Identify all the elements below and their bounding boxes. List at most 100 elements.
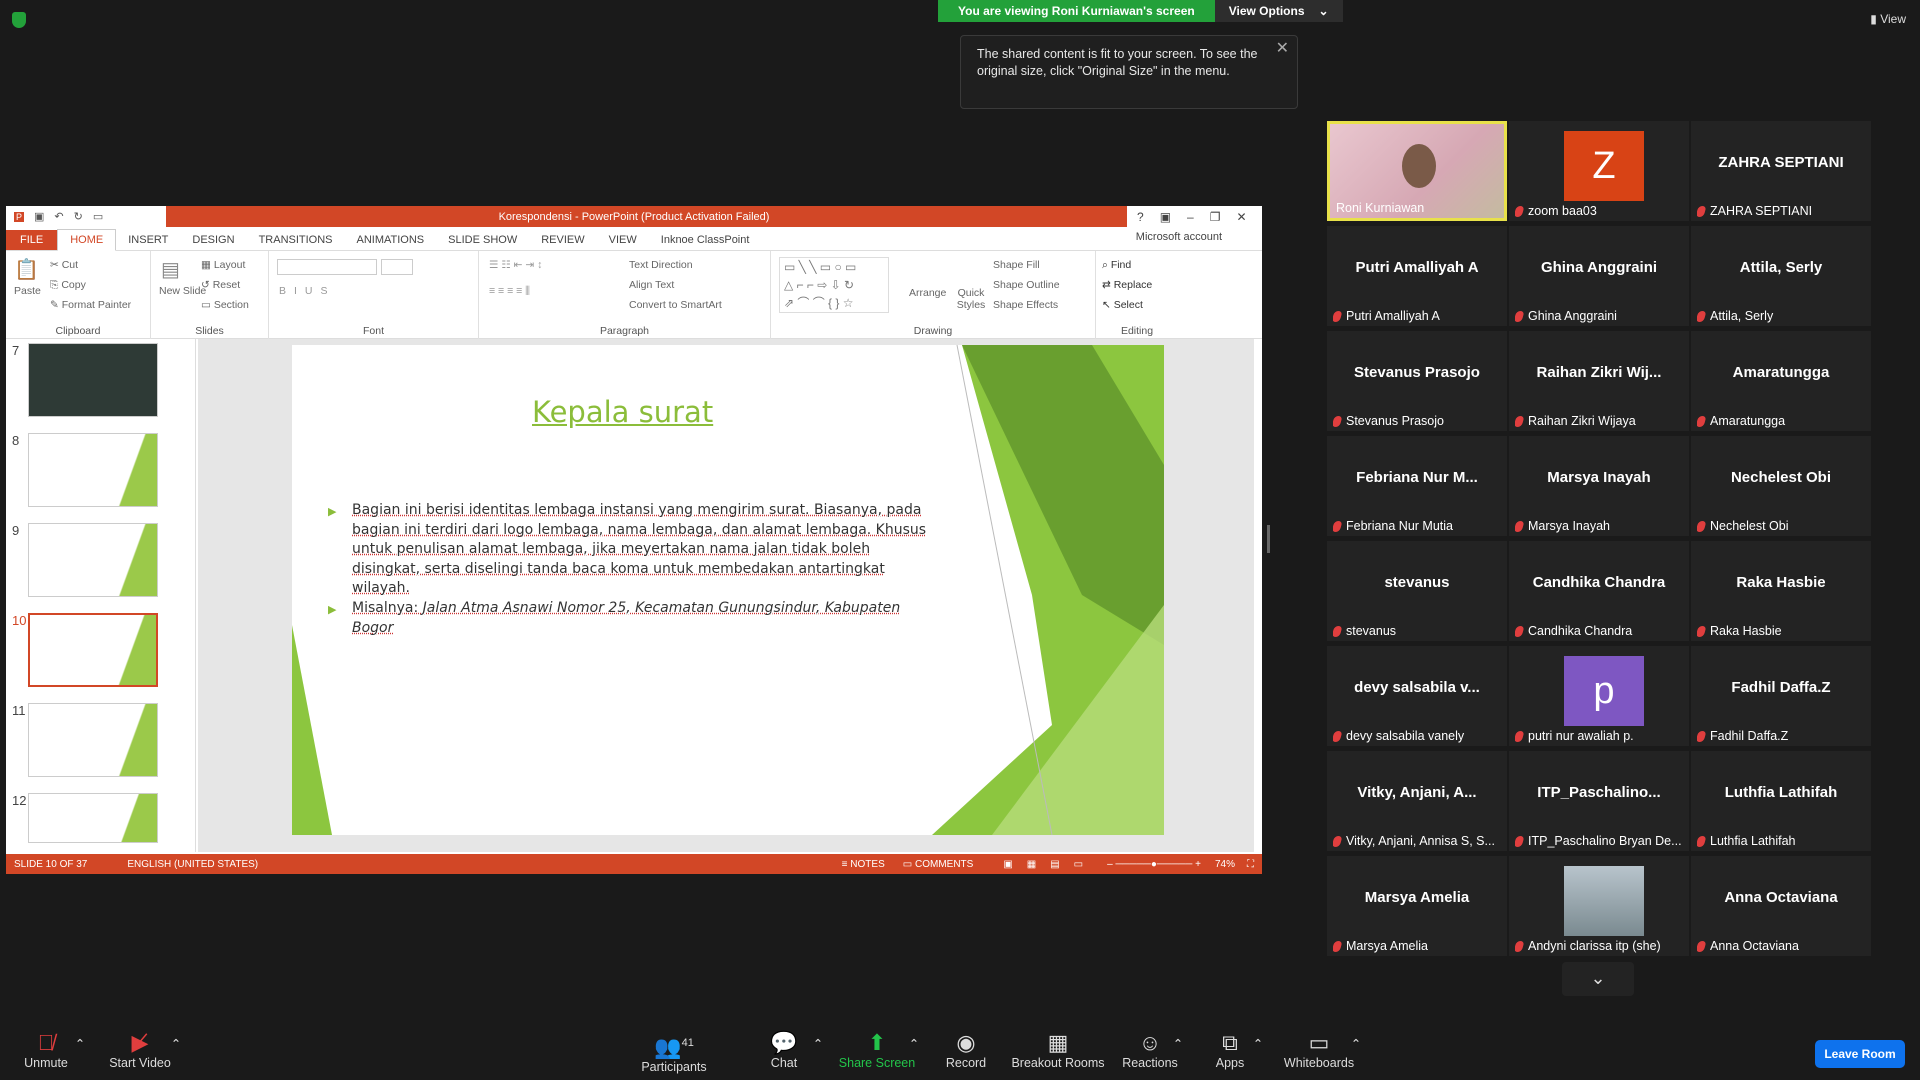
tab-review[interactable]: REVIEW <box>529 230 596 250</box>
help-icon[interactable]: ? <box>1137 210 1144 224</box>
view-mode-buttons[interactable]: ▣▦▤▭ <box>1003 859 1097 870</box>
share-screen-button[interactable]: ⬆ Share Screen <box>836 1030 918 1070</box>
slide-bullet[interactable]: ▶ Bagian ini berisi identitas lembaga in… <box>328 501 942 599</box>
participant-tile[interactable]: Ghina Anggraini Ghina Anggraini <box>1509 226 1689 326</box>
leave-room-button[interactable]: Leave Room <box>1815 1040 1905 1068</box>
view-options-button[interactable]: View Options ⌄ <box>1214 0 1343 22</box>
video-options-chevron[interactable]: ⌃ <box>170 1036 182 1051</box>
font-name-input[interactable] <box>277 259 377 275</box>
slide-thumbnail[interactable] <box>28 433 158 507</box>
shapes-gallery[interactable]: ▭ ╲ ╲ ▭ ○ ▭ △ ⌐ ⌐ ⇨ ⇩ ↻ ⇗ ⌒ ⌒ { } ☆ <box>779 257 889 313</box>
tab-design[interactable]: DESIGN <box>180 230 246 250</box>
fit-slide-icon[interactable]: ⛶ <box>1247 859 1254 870</box>
save-icon[interactable]: ▣ <box>34 210 44 223</box>
select-button[interactable]: ↖ Select <box>1102 299 1143 311</box>
participant-tile[interactable]: stevanus stevanus <box>1327 541 1507 641</box>
share-options-chevron[interactable]: ⌃ <box>908 1036 920 1051</box>
slide-thumbnail[interactable] <box>28 523 158 597</box>
tab-home[interactable]: HOME <box>57 229 117 251</box>
tab-animations[interactable]: ANIMATIONS <box>345 230 437 250</box>
participant-tile[interactable]: Amaratungga Amaratungga <box>1691 331 1871 431</box>
participant-tile[interactable]: Stevanus Prasojo Stevanus Prasojo <box>1327 331 1507 431</box>
record-button[interactable]: ◉ Record <box>940 1030 992 1070</box>
slide-thumbnail[interactable] <box>28 343 158 417</box>
section-button[interactable]: ▭ Section <box>201 299 249 311</box>
zoom-slider[interactable]: – ─────●───── + <box>1107 859 1201 870</box>
align-buttons[interactable]: ≡ ≡ ≡ ≡ ⫼ <box>489 285 530 298</box>
tab-transitions[interactable]: TRANSITIONS <box>247 230 345 250</box>
close-icon[interactable]: ✕ <box>1276 40 1289 57</box>
comments-button[interactable]: ▭ COMMENTS <box>903 859 974 870</box>
participant-tile[interactable]: Vitky, Anjani, A... Vitky, Anjani, Annisa… <box>1327 751 1507 851</box>
chat-options-chevron[interactable]: ⌃ <box>812 1036 824 1051</box>
unmute-button[interactable]: 🎙̸ Unmute <box>14 1030 78 1070</box>
participant-tile[interactable]: Fadhil Daffa.Z Fadhil Daffa.Z <box>1691 646 1871 746</box>
minimize-icon[interactable]: – <box>1187 210 1194 224</box>
tab-classpoint[interactable]: Inknoe ClassPoint <box>649 230 762 250</box>
participant-tile[interactable]: Marsya Inayah Marsya Inayah <box>1509 436 1689 536</box>
maximize-icon[interactable]: ❐ <box>1210 210 1221 224</box>
list-buttons[interactable]: ☰ ☷ ⇤ ⇥ ↕ <box>489 259 542 271</box>
replace-button[interactable]: ⇄ Replace <box>1102 279 1152 291</box>
align-text-button[interactable]: Align Text <box>629 279 674 291</box>
tab-view[interactable]: VIEW <box>597 230 649 250</box>
copy-button[interactable]: ⎘ Copy <box>50 279 86 292</box>
participant-tile[interactable]: devy salsabila v... devy salsabila vanely <box>1327 646 1507 746</box>
reset-button[interactable]: ↺ Reset <box>201 279 240 291</box>
security-shield-icon[interactable] <box>12 12 26 28</box>
new-slide-button[interactable]: New Slide <box>159 285 206 297</box>
undo-icon[interactable]: ↶ <box>54 210 63 223</box>
participant-tile[interactable]: Zzoom baa03 <box>1509 121 1689 221</box>
participant-tile[interactable]: ZAHRA SEPTIANI ZAHRA SEPTIANI <box>1691 121 1871 221</box>
apps-button[interactable]: ⧉ Apps <box>1210 1030 1250 1070</box>
tab-insert[interactable]: INSERT <box>116 230 180 250</box>
participant-tile[interactable]: Marsya Amelia Marsya Amelia <box>1327 856 1507 956</box>
breakout-rooms-button[interactable]: ▦ Breakout Rooms <box>1010 1030 1106 1070</box>
convert-smartart-button[interactable]: Convert to SmartArt <box>629 299 722 311</box>
language-status[interactable]: ENGLISH (UNITED STATES) <box>127 859 258 870</box>
paste-button[interactable]: Paste <box>14 285 41 297</box>
quick-styles-button[interactable]: Quick Styles <box>951 287 991 311</box>
participant-tile[interactable]: Andyni clarissa itp (she) <box>1509 856 1689 956</box>
account-label[interactable]: Microsoft account <box>1136 231 1222 243</box>
participant-tile[interactable]: Nechelest Obi Nechelest Obi <box>1691 436 1871 536</box>
slide[interactable]: Kepala surat ▶ Bagian ini berisi identit… <box>292 345 1164 835</box>
gallery-next-page-button[interactable]: ⌄ <box>1562 962 1634 996</box>
font-format-buttons[interactable]: BIUS <box>279 285 336 297</box>
view-button[interactable]: ▮ View <box>1870 12 1906 26</box>
start-video-button[interactable]: ▶̸ Start Video <box>100 1030 180 1070</box>
shape-outline-button[interactable]: Shape Outline <box>993 279 1060 291</box>
reactions-button[interactable]: ☺ Reactions <box>1122 1030 1178 1070</box>
shape-effects-button[interactable]: Shape Effects <box>993 299 1058 311</box>
tab-file[interactable]: FILE <box>6 230 58 250</box>
shape-fill-button[interactable]: Shape Fill <box>993 259 1040 271</box>
participant-tile[interactable]: p putri nur awaliah p. <box>1509 646 1689 746</box>
slide-thumbnail[interactable] <box>28 793 158 843</box>
participant-tile[interactable]: Raka Hasbie Raka Hasbie <box>1691 541 1871 641</box>
participants-button[interactable]: 👥41 Participants <box>636 1030 712 1074</box>
whiteboards-options-chevron[interactable]: ⌃ <box>1350 1036 1362 1051</box>
panel-splitter[interactable] <box>1267 525 1270 553</box>
font-size-input[interactable] <box>381 259 413 275</box>
audio-options-chevron[interactable]: ⌃ <box>74 1036 86 1051</box>
slide-bullet[interactable]: ▶ Misalnya: Jalan Atma Asnawi Nomor 25, … <box>328 599 942 638</box>
reactions-options-chevron[interactable]: ⌃ <box>1172 1036 1184 1051</box>
redo-icon[interactable]: ↻ <box>74 210 83 223</box>
participant-tile[interactable]: Roni Kurniawan <box>1327 121 1507 221</box>
text-direction-button[interactable]: Text Direction <box>629 259 693 271</box>
participant-tile[interactable]: Luthfia Lathifah Luthfia Lathifah <box>1691 751 1871 851</box>
participant-tile[interactable]: Putri Amalliyah A Putri Amalliyah A <box>1327 226 1507 326</box>
participant-tile[interactable]: Attila, Serly Attila, Serly <box>1691 226 1871 326</box>
tab-slide-show[interactable]: SLIDE SHOW <box>436 230 529 250</box>
layout-button[interactable]: ▦ Layout <box>201 259 245 271</box>
chat-button[interactable]: 💬 Chat <box>764 1030 804 1070</box>
slide-title[interactable]: Kepala surat <box>532 395 713 429</box>
format-painter-button[interactable]: ✎ Format Painter <box>50 299 131 311</box>
cut-button[interactable]: ✂ Cut <box>50 259 78 271</box>
find-button[interactable]: ⌕ Find <box>1102 259 1131 272</box>
present-icon[interactable]: ▭ <box>93 210 103 223</box>
ribbon-display-icon[interactable]: ▣ <box>1160 210 1171 224</box>
slide-thumbnail-selected[interactable] <box>28 613 158 687</box>
new-slide-icon[interactable]: ▤ <box>161 257 180 282</box>
apps-options-chevron[interactable]: ⌃ <box>1252 1036 1264 1051</box>
